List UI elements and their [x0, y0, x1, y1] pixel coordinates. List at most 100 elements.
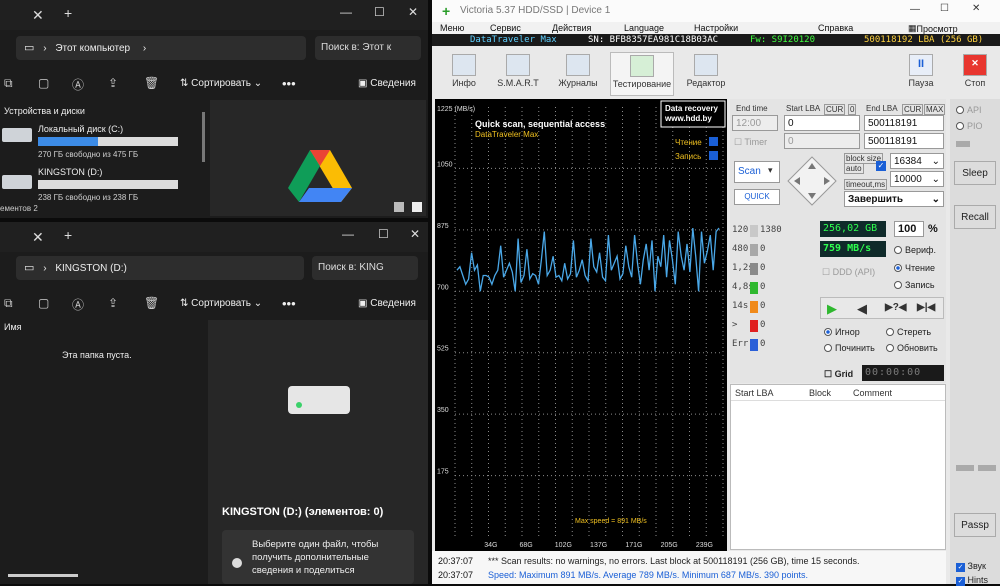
menu-item-service[interactable]: Сервис	[490, 23, 521, 33]
read-mode-radio[interactable]: Чтение	[894, 263, 935, 273]
ignore-radio[interactable]: Игнор	[824, 327, 860, 337]
sort-button[interactable]: ⇅ Сортировать ⌄	[180, 78, 262, 89]
search-input[interactable]: Поиск в: Этот к	[315, 36, 421, 60]
sound-checkbox[interactable]: ✓ Звук	[956, 561, 986, 572]
share-icon[interactable]: ⇪	[108, 76, 118, 90]
drive-item-d[interactable]: KINGSTON (D:) 238 ГБ свободно из 238 ГБ	[0, 165, 200, 205]
scan-button[interactable]: Scan	[734, 161, 780, 183]
rename-icon[interactable]: Ⓐ	[72, 76, 84, 93]
close-window-icon[interactable]: ✕	[408, 5, 418, 19]
menu-item-settings[interactable]: Настройки	[694, 23, 738, 33]
rename-icon[interactable]: Ⓐ	[72, 296, 84, 313]
new-tab-icon[interactable]: +	[64, 227, 72, 243]
hints-checkbox[interactable]: ✓ Hints	[956, 575, 988, 586]
minimize-icon[interactable]: —	[910, 4, 920, 15]
new-tab-icon[interactable]: +	[64, 5, 72, 21]
details-button[interactable]: ▣ Сведения	[358, 78, 416, 89]
close-window-icon[interactable]: ✕	[972, 3, 980, 14]
y-axis-label: 1225 (MB/s)	[437, 106, 475, 113]
editor-tab-button[interactable]: Редактор	[674, 52, 738, 96]
skip-unknown-icon[interactable]: ▶?◀	[885, 302, 907, 313]
end-lba-cur-button[interactable]: CUR	[902, 104, 924, 115]
recall-button[interactable]: Recall	[954, 205, 996, 229]
api-radio[interactable]: API	[956, 105, 982, 115]
drive-item-c[interactable]: Локальный диск (C:) 270 ГБ свободно из 4…	[0, 122, 200, 162]
auto-checkbox[interactable]: ✓	[876, 161, 886, 171]
timer-checkbox[interactable]: ☐ Timer	[734, 137, 767, 148]
start-lba-field[interactable]: 0	[784, 115, 860, 131]
paste-icon[interactable]: ▢	[38, 76, 49, 90]
recovery-text: www.hdd.by	[664, 114, 712, 123]
delete-icon[interactable]: 🗑	[144, 76, 159, 90]
end-lba-field[interactable]: 500118191	[864, 115, 944, 131]
details-button[interactable]: ▣ Сведения	[358, 298, 416, 309]
latency-threshold-label: 120	[732, 225, 749, 235]
menu-item-menu[interactable]: Меню	[440, 23, 464, 33]
timer-field[interactable]: 0	[784, 133, 860, 149]
ddd-api-checkbox[interactable]: ☐ DDD (API)	[822, 267, 875, 278]
delete-icon[interactable]: 🗑	[144, 296, 159, 310]
grid-checkbox[interactable]: ☐ Grid	[824, 369, 853, 380]
address-bar[interactable]: ▭ › KINGSTON (D:)	[16, 256, 304, 280]
erase-radio[interactable]: Стереть	[886, 327, 931, 337]
col-comment[interactable]: Comment	[853, 388, 892, 398]
timeout-select[interactable]: 10000 ⌄	[890, 171, 944, 187]
view-details-icon[interactable]	[394, 202, 404, 212]
pio-radio[interactable]: PIO	[956, 121, 983, 131]
sort-button[interactable]: ⇅ Сортировать ⌄	[180, 298, 262, 309]
address-bar[interactable]: ▭ › Этот компьютер ›	[16, 36, 306, 60]
refresh-label: Обновить	[897, 343, 938, 353]
close-tab-icon[interactable]: ✕	[32, 229, 44, 246]
write-mode-radio[interactable]: Запись	[894, 280, 935, 290]
testing-tab-button[interactable]: Тестирование	[610, 52, 674, 96]
verify-radio[interactable]: Вериф.	[894, 245, 936, 255]
close-tab-icon[interactable]: ✕	[32, 7, 44, 24]
start-lba-cur-button[interactable]: CUR	[824, 104, 846, 115]
menu-item-actions[interactable]: Действия	[552, 23, 591, 33]
maximize-icon[interactable]: ☐	[378, 227, 389, 241]
repair-radio[interactable]: Починить	[824, 343, 875, 353]
minimize-icon[interactable]: —	[340, 5, 352, 19]
scrollbar[interactable]	[202, 112, 205, 162]
current-lba-field[interactable]: 500118191	[864, 133, 944, 149]
end-time-field[interactable]: 12:00	[732, 115, 778, 131]
copy-icon[interactable]: ⧉	[4, 296, 13, 311]
quick-button[interactable]: QUICK	[734, 189, 780, 205]
search-input[interactable]: Поиск в: KING	[312, 256, 418, 280]
end-lba-max-button[interactable]: MAX	[924, 104, 946, 115]
stop-button[interactable]: ✕ Стоп	[948, 52, 1000, 96]
logs-tab-button[interactable]: Журналы	[546, 52, 610, 96]
share-icon[interactable]: ⇪	[108, 296, 118, 310]
pause-button[interactable]: II Пауза	[894, 52, 948, 96]
maximize-icon[interactable]: ☐	[940, 3, 949, 14]
to-end-icon[interactable]: ▶|◀	[917, 302, 935, 313]
clipboard-view-button[interactable]: ▦ Просмотр буфера	[908, 23, 958, 44]
col-block[interactable]: Block	[809, 388, 831, 398]
more-options-icon[interactable]: •••	[282, 76, 296, 91]
minimize-icon[interactable]: —	[342, 227, 354, 241]
start-lba-zero-button[interactable]: 0	[848, 104, 857, 115]
menu-item-help[interactable]: Справка	[818, 23, 853, 33]
view-tiles-icon[interactable]	[412, 202, 422, 212]
copy-icon[interactable]: ⧉	[4, 76, 13, 91]
sleep-button[interactable]: Sleep	[954, 161, 996, 185]
column-header-name[interactable]: Имя	[4, 322, 22, 332]
menu-bar: Меню Сервис Действия Language Настройки …	[432, 22, 1000, 44]
passport-button[interactable]: Passp	[954, 513, 996, 537]
close-window-icon[interactable]: ✕	[410, 227, 420, 241]
scan-dropdown-icon[interactable]: ▾	[768, 165, 773, 176]
paste-icon[interactable]: ▢	[38, 296, 49, 310]
maximize-icon[interactable]: ☐	[374, 5, 385, 19]
col-start-lba[interactable]: Start LBA	[735, 388, 774, 398]
x-tick-label: 137G	[590, 542, 607, 549]
finish-action-select[interactable]: Завершить ⌄	[844, 191, 944, 207]
block-size-select[interactable]: 16384 ⌄	[890, 153, 944, 169]
menu-item-language[interactable]: Language	[624, 23, 664, 33]
refresh-radio[interactable]: Обновить	[886, 343, 938, 353]
play-icon[interactable]: ▶	[827, 301, 837, 317]
horizontal-scrollbar[interactable]	[8, 574, 78, 577]
direction-pad[interactable]	[786, 155, 838, 207]
rewind-icon[interactable]: ◀	[857, 301, 867, 317]
more-options-icon[interactable]: •••	[282, 296, 296, 311]
smart-tab-button[interactable]: S.M.A.R.T	[486, 52, 550, 96]
